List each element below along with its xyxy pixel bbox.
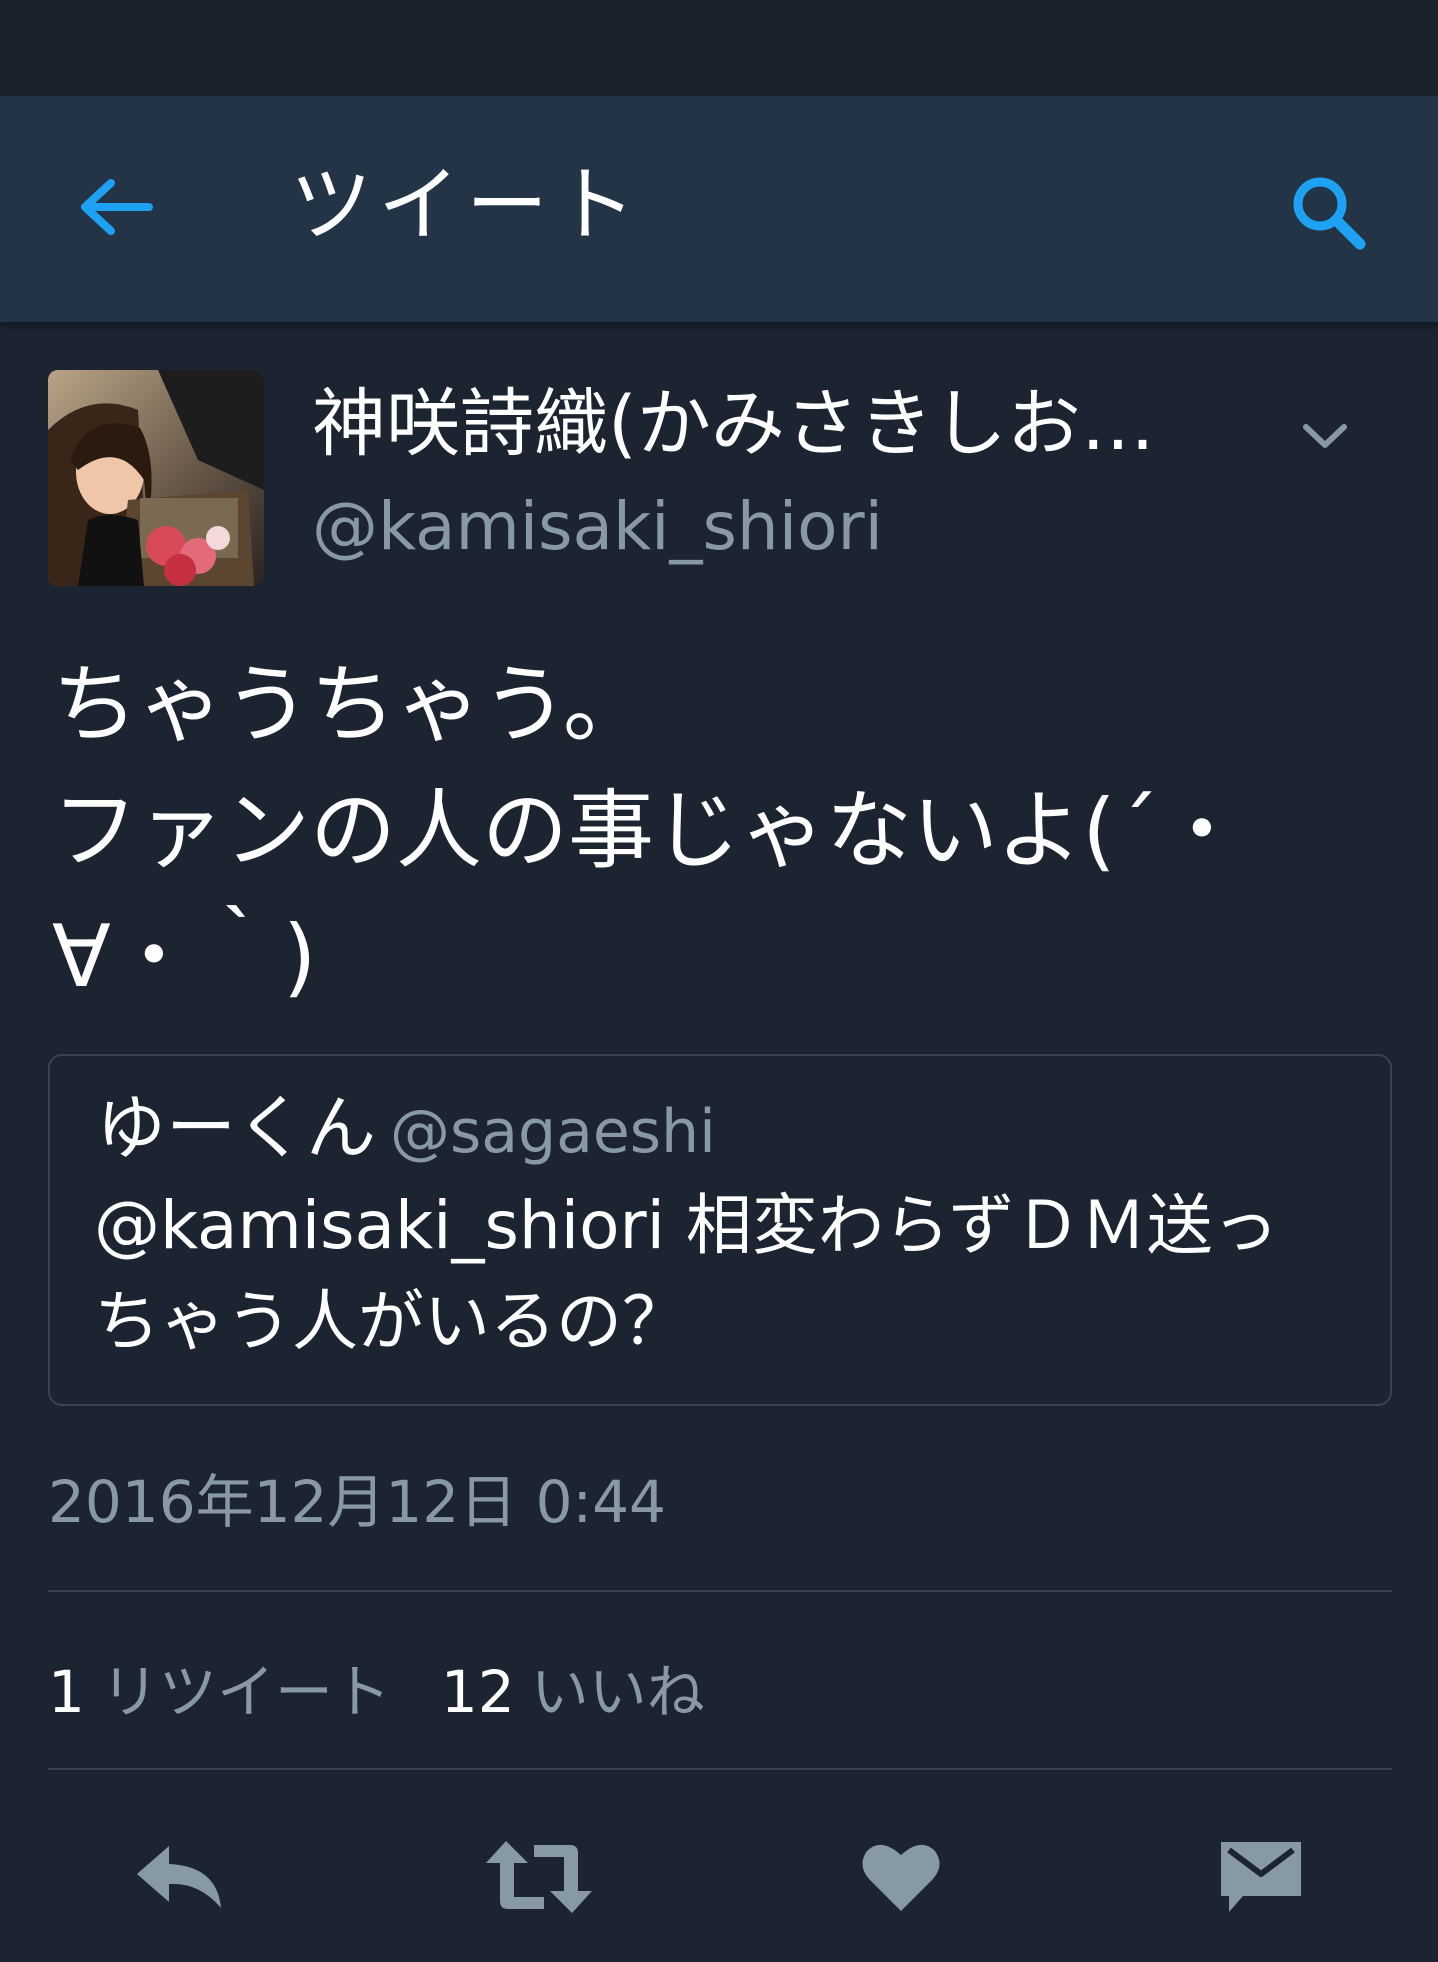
quoted-tweet-text: @kamisaki_shiori 相変わらずＤＭ送っ ちゃう人がいるの？ bbox=[94, 1178, 1364, 1370]
tweet-stats: 1 リツイート 12 いいね bbox=[48, 1652, 755, 1732]
direct-message-icon bbox=[1221, 1842, 1301, 1912]
tweet-text-line: ちゃうちゃう。 bbox=[52, 655, 649, 755]
tweet-menu-button[interactable] bbox=[1290, 402, 1360, 472]
like-button[interactable] bbox=[836, 1812, 966, 1942]
search-button[interactable] bbox=[1278, 162, 1378, 262]
like-label: いいね bbox=[530, 1658, 705, 1726]
tweet-text-line: ファンの人の事じゃないよ(´・ bbox=[52, 781, 1245, 881]
avatar-photo bbox=[48, 370, 264, 586]
heart-icon bbox=[862, 1844, 940, 1911]
chevron-down-icon bbox=[1303, 424, 1347, 448]
quoted-author-handle: @sagaeshi bbox=[390, 1097, 716, 1167]
divider bbox=[48, 1768, 1392, 1770]
quoted-author-name: ゆーくん bbox=[96, 1087, 376, 1169]
app-bar: ツイート bbox=[0, 96, 1438, 322]
reply-icon bbox=[137, 1846, 221, 1908]
back-button[interactable] bbox=[70, 162, 160, 252]
retweet-count: 1 bbox=[48, 1658, 85, 1726]
author-name[interactable]: 神咲詩織(かみさきしお… bbox=[312, 376, 1232, 472]
quoted-text-line: ちゃう人がいるの？ bbox=[94, 1283, 688, 1360]
retweet-button[interactable] bbox=[474, 1812, 604, 1942]
quoted-tweet-header: ゆーくん @sagaeshi bbox=[96, 1082, 716, 1178]
quoted-tweet[interactable]: ゆーくん @sagaeshi @kamisaki_shiori 相変わらずＤＭ送っ… bbox=[48, 1054, 1392, 1406]
tweet-detail: 神咲詩織(かみさきしお… @kamisaki_shiori ちゃうちゃう。 ファ… bbox=[0, 322, 1438, 1962]
direct-message-button[interactable] bbox=[1196, 1812, 1326, 1942]
tweet-timestamp: 2016年12月12日 0:44 bbox=[48, 1468, 666, 1536]
like-count: 12 bbox=[440, 1658, 515, 1726]
like-count-link[interactable]: 12 いいね bbox=[441, 1652, 705, 1732]
retweet-label: リツイート bbox=[100, 1658, 391, 1726]
tweet-text-line: ∀・｀) bbox=[52, 907, 317, 1007]
tweet-text: ちゃうちゃう。 ファンの人の事じゃないよ(´・ ∀・｀) bbox=[52, 642, 1392, 1020]
divider bbox=[48, 1590, 1392, 1592]
search-icon bbox=[1293, 177, 1366, 250]
author-handle: @kamisaki_shiori bbox=[312, 488, 883, 565]
arrow-left-icon bbox=[81, 179, 153, 235]
reply-button[interactable] bbox=[116, 1812, 246, 1942]
page-title: ツイート bbox=[290, 158, 643, 253]
avatar[interactable] bbox=[48, 370, 264, 586]
status-bar bbox=[0, 0, 1438, 96]
retweet-icon bbox=[486, 1841, 592, 1913]
tweet-actions bbox=[0, 1812, 1438, 1952]
quoted-text-line: @kamisaki_shiori 相変わらずＤＭ送っ bbox=[94, 1187, 1279, 1264]
retweet-count-link[interactable]: 1 リツイート bbox=[48, 1652, 391, 1732]
